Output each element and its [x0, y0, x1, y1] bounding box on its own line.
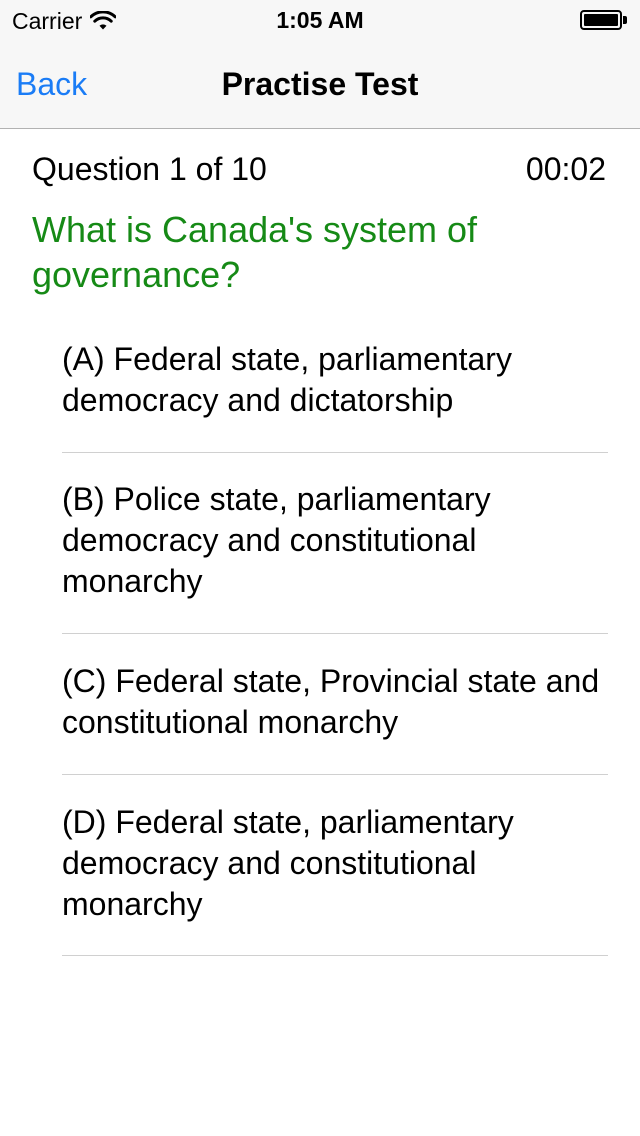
screen: Carrier 1:05 AM Back Practise Test Quest…	[0, 0, 640, 1136]
battery-fill	[584, 14, 618, 26]
answer-option-c[interactable]: (C) Federal state, Provincial state and …	[62, 634, 608, 775]
battery-cap	[623, 16, 627, 24]
navigation-bar: Back Practise Test	[0, 40, 640, 128]
timer: 00:02	[525, 151, 606, 187]
page-title: Practise Test	[221, 66, 419, 102]
answer-option-b[interactable]: (B) Police state, parliamentary democrac…	[62, 453, 608, 634]
question-text: What is Canada's system of governance?	[32, 209, 478, 295]
answer-list: (A) Federal state, parliamentary democra…	[62, 335, 608, 956]
battery-icon	[580, 10, 628, 30]
status-clock: 1:05 AM	[276, 7, 364, 33]
question-header: Question 1 of 10 00:02	[32, 149, 608, 189]
answer-option-a[interactable]: (A) Federal state, parliamentary democra…	[62, 335, 608, 453]
battery-body	[580, 10, 622, 30]
question-counter: Question 1 of 10	[32, 151, 267, 187]
status-bar: Carrier 1:05 AM	[0, 0, 640, 40]
answer-option-d[interactable]: (D) Federal state, parliamentary democra…	[62, 775, 608, 956]
top-chrome: Carrier 1:05 AM Back Practise Test	[0, 0, 640, 129]
